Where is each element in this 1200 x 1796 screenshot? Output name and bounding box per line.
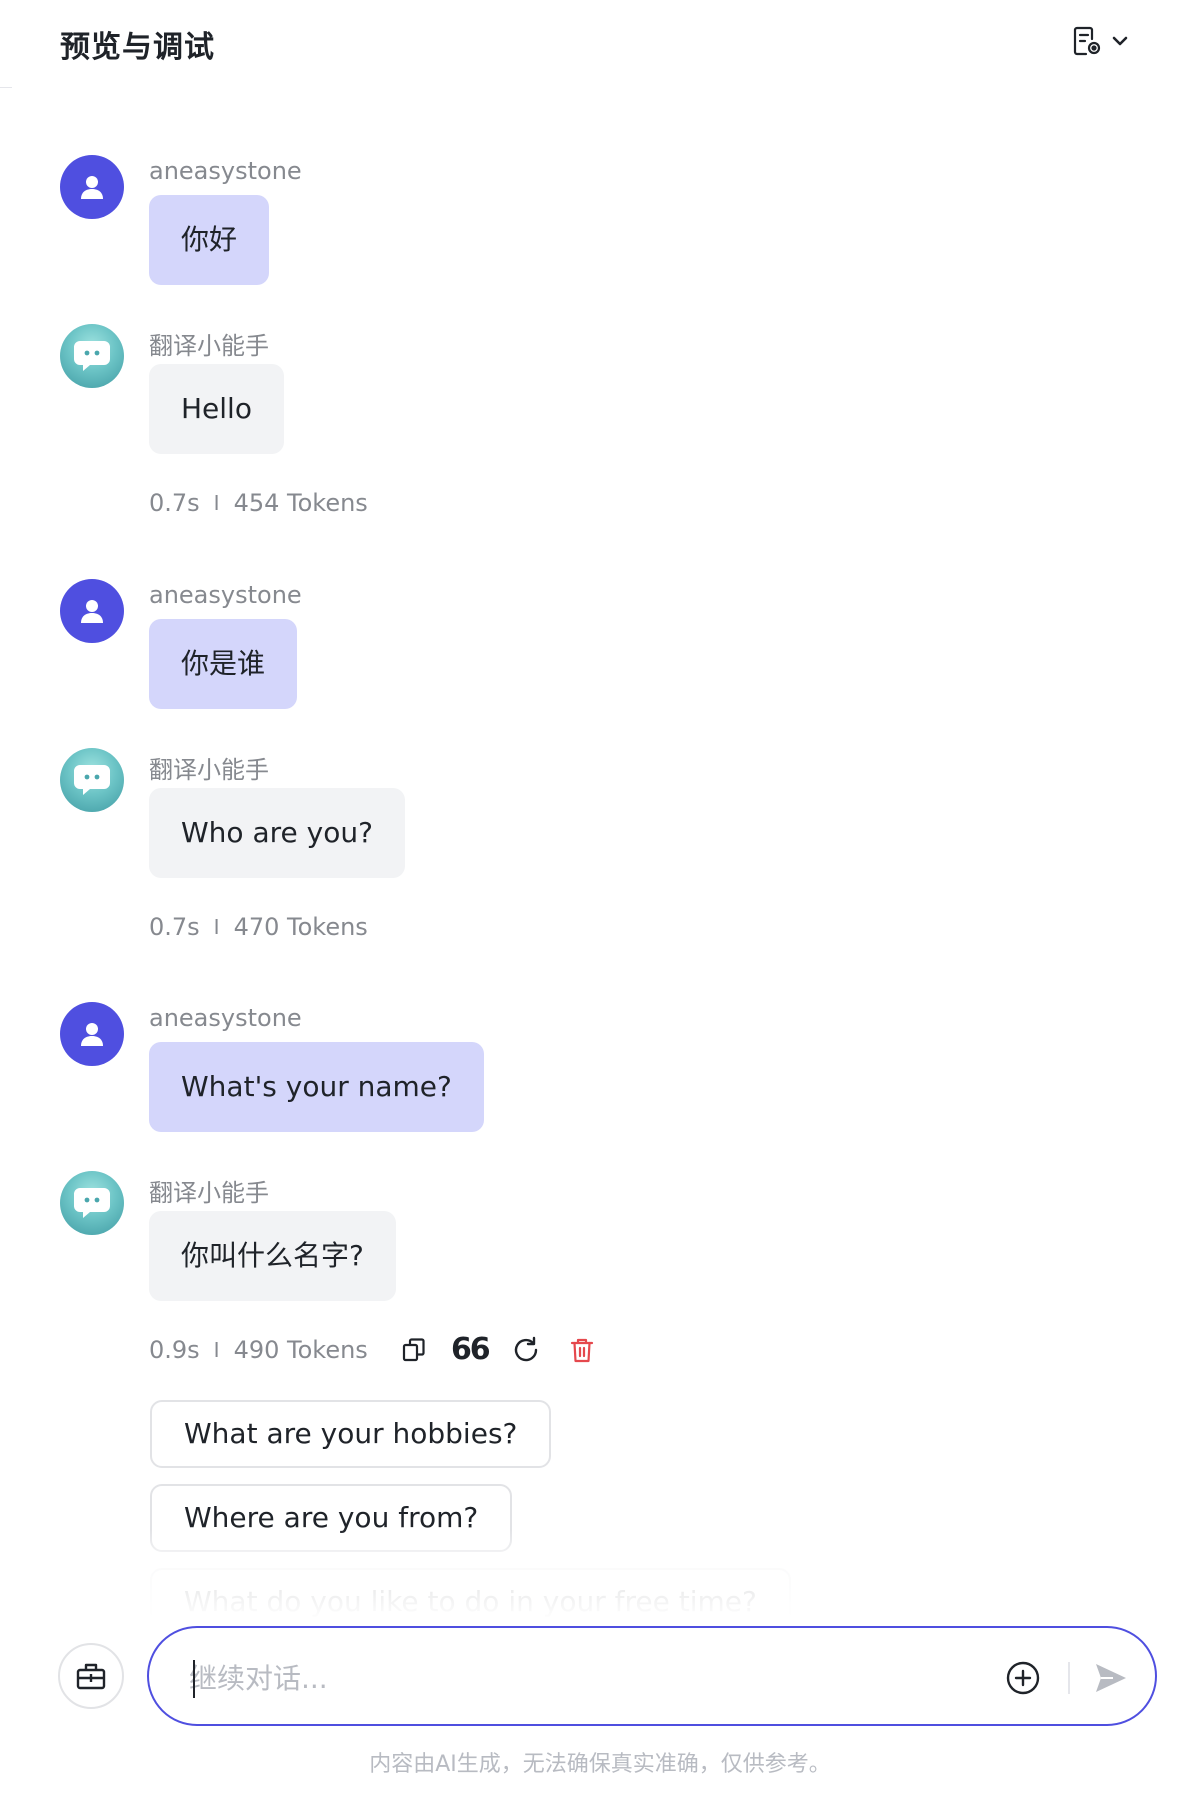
message-sender: 翻译小能手 (149, 1179, 269, 1207)
bot-avatar[interactable] (60, 324, 124, 388)
message-bubble: Hello (149, 364, 284, 454)
message-sender: aneasystone (149, 157, 302, 185)
chat-bubble-icon (74, 1188, 110, 1218)
user-avatar[interactable] (60, 1002, 124, 1066)
toolbox-button[interactable] (58, 1643, 124, 1709)
message-sender: 翻译小能手 (149, 332, 269, 360)
refresh-icon[interactable] (510, 1334, 542, 1366)
add-attachment-button[interactable] (1005, 1660, 1041, 1696)
chat-input-container (147, 1626, 1157, 1726)
page-title: 预览与调试 (60, 30, 215, 65)
preview-header: 预览与调试 (0, 0, 1200, 88)
message-sender: aneasystone (149, 581, 302, 609)
message-bubble: 你是谁 (149, 619, 298, 709)
user-avatar[interactable] (60, 155, 124, 219)
suggested-questions: What are your hobbies? Where are you fro… (150, 1400, 1050, 1620)
input-divider (1068, 1662, 1070, 1694)
stats-separator: I (213, 1338, 220, 1362)
suggestion-chip[interactable]: What do you like to do in your free time… (150, 1568, 791, 1620)
token-count: 454 Tokens (233, 489, 368, 517)
ai-disclaimer: 内容由AI生成，无法确保真实准确，仅供参考。 (369, 1752, 831, 1777)
token-count: 470 Tokens (233, 913, 368, 941)
message-bubble: Who are you? (149, 788, 405, 878)
message-actions: 66 (398, 1334, 598, 1366)
suggestion-chip[interactable]: Where are you from? (150, 1484, 513, 1552)
bot-avatar[interactable] (60, 748, 124, 812)
response-time: 0.7s (149, 489, 200, 517)
person-icon (81, 600, 103, 623)
send-icon (1096, 1664, 1126, 1692)
stats-separator: I (213, 915, 220, 939)
debug-options-dropdown[interactable] (1070, 24, 1136, 62)
toolbox-icon (76, 1663, 106, 1690)
message-bubble: 你好 (149, 195, 270, 285)
chat-bubble-icon (74, 341, 110, 371)
message-bubble: 你叫什么名字? (149, 1211, 396, 1301)
response-time: 0.9s (149, 1336, 200, 1364)
trash-icon[interactable] (566, 1334, 598, 1366)
header-divider (0, 87, 12, 88)
chat-bubble-icon (74, 765, 110, 795)
user-avatar[interactable] (60, 579, 124, 643)
chevron-down-icon (1110, 31, 1130, 56)
person-icon (81, 176, 103, 199)
message-stats: 0.7s I 454 Tokens (149, 483, 368, 523)
document-settings-icon (1070, 24, 1104, 63)
message-stats: 0.7s I 470 Tokens (149, 907, 368, 947)
quote-glyph: 66 (450, 1332, 491, 1367)
bot-avatar[interactable] (60, 1171, 124, 1235)
stats-separator: I (213, 491, 220, 515)
response-time: 0.7s (149, 913, 200, 941)
quote-icon[interactable]: 66 (450, 1332, 491, 1367)
message-bubble: What's your name? (149, 1042, 484, 1132)
message-stats: 0.9s I 490 Tokens 66 (149, 1330, 598, 1370)
plus-circle-icon (1006, 1661, 1040, 1695)
message-sender: 翻译小能手 (149, 756, 269, 784)
copy-icon[interactable] (398, 1334, 430, 1366)
text-caret (193, 1660, 195, 1698)
message-sender: aneasystone (149, 1004, 302, 1032)
token-count: 490 Tokens (233, 1336, 368, 1364)
send-button[interactable] (1091, 1658, 1131, 1698)
suggestion-chip[interactable]: What are your hobbies? (150, 1400, 552, 1468)
person-icon (81, 1023, 103, 1046)
chat-input[interactable] (189, 1652, 969, 1704)
